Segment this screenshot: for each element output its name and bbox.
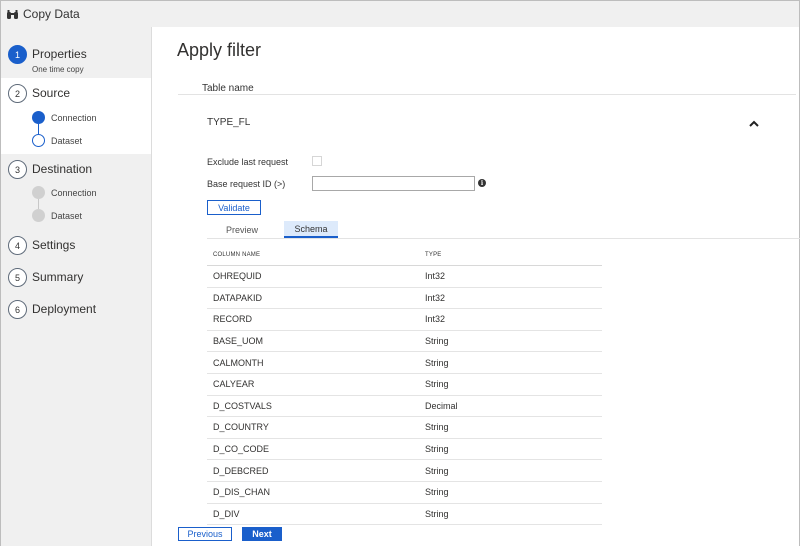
substep-connector (38, 124, 39, 134)
previous-button[interactable]: Previous (178, 527, 232, 541)
table-row: D_DIS_CHAN String (207, 482, 602, 504)
column-name-cell: D_DIV (213, 508, 240, 519)
column-name-cell: DATAPAKID (213, 292, 263, 303)
table-row: D_DIV String (207, 504, 602, 526)
table-row: RECORD Int32 (207, 309, 602, 331)
column-type-cell: Int32 (425, 292, 446, 303)
table-name-value: TYPE_FL (207, 117, 251, 128)
column-type-cell: String (425, 422, 449, 433)
step-settings[interactable]: 4 Settings (1, 234, 151, 258)
column-type-cell: String (425, 379, 449, 390)
substep-destination-connection[interactable]: Connection (51, 188, 97, 198)
column-name-cell: D_DEBCRED (213, 465, 269, 476)
exclude-last-request-checkbox[interactable] (312, 156, 322, 166)
divider (178, 94, 796, 95)
substep-pending-icon (32, 186, 45, 199)
column-name-cell: D_COSTVALS (213, 400, 272, 411)
column-type-cell: Int32 (425, 314, 446, 325)
table-row: CALYEAR String (207, 374, 602, 396)
schema-table-header: COLUMN NAME TYPE (207, 245, 602, 266)
substep-completed-icon (32, 111, 45, 124)
column-type-cell: String (425, 444, 449, 455)
step-number-badge: 1 (8, 45, 27, 64)
substep-destination-dataset[interactable]: Dataset (51, 211, 82, 221)
step-label: Source (32, 86, 71, 100)
column-type-cell: String (425, 357, 449, 368)
column-name-cell: OHREQUID (213, 271, 262, 282)
wizard-sidebar: 1 Properties One time copy 2 Source Conn… (1, 27, 151, 546)
step-number-badge: 2 (8, 84, 27, 103)
chevron-up-icon[interactable] (748, 116, 760, 127)
column-name-header: COLUMN NAME (213, 252, 261, 258)
table-row: OHREQUID Int32 (207, 266, 602, 288)
table-row: D_CO_CODE String (207, 439, 602, 461)
main-panel: Apply filter Table name TYPE_FL Exclude … (151, 27, 800, 546)
column-type-cell: String (425, 336, 449, 347)
table-row: BASE_UOM String (207, 331, 602, 353)
substep-connector (38, 199, 39, 209)
step-number-badge: 5 (8, 268, 27, 287)
column-name-cell: BASE_UOM (213, 336, 264, 347)
substep-source-connection[interactable]: Connection (51, 113, 97, 123)
column-type-cell: String (425, 487, 449, 498)
tab-preview[interactable]: Preview (207, 221, 277, 238)
column-type-cell: String (425, 508, 449, 519)
step-summary[interactable]: 5 Summary (1, 266, 151, 290)
step-number-badge: 4 (8, 236, 27, 255)
base-request-id-input[interactable] (312, 176, 475, 191)
column-name-cell: RECORD (213, 314, 253, 325)
table-row: DATAPAKID Int32 (207, 288, 602, 310)
step-deployment[interactable]: 6 Deployment (1, 298, 151, 322)
step-label: Properties (32, 47, 87, 61)
next-button[interactable]: Next (242, 527, 282, 541)
page-title: Apply filter (177, 40, 262, 60)
title-bar: Copy Data (1, 1, 799, 27)
step-destination[interactable]: 3 Destination (1, 158, 151, 182)
column-name-cell: D_COUNTRY (213, 422, 269, 433)
step-properties[interactable]: 1 Properties One time copy (1, 41, 151, 77)
step-number-badge: 6 (8, 300, 27, 319)
column-name-cell: CALYEAR (213, 379, 255, 390)
step-label: Summary (32, 270, 84, 284)
column-name-cell: D_DIS_CHAN (213, 487, 271, 498)
table-name-label: Table name (202, 83, 254, 94)
column-name-cell: D_CO_CODE (213, 444, 270, 455)
step-label: Destination (32, 162, 93, 176)
base-request-id-label: Base request ID (>) (207, 179, 286, 189)
step-label: Settings (32, 238, 76, 252)
info-icon[interactable]: i (478, 179, 486, 187)
table-row: D_DEBCRED String (207, 460, 602, 482)
step-number-badge: 3 (8, 160, 27, 179)
column-type-cell: Decimal (425, 400, 458, 411)
tabs-divider (207, 238, 800, 239)
exclude-last-request-label: Exclude last request (207, 157, 289, 167)
validate-button[interactable]: Validate (207, 200, 261, 215)
column-name-cell: CALMONTH (213, 357, 264, 368)
table-row: D_COSTVALS Decimal (207, 396, 602, 418)
substep-pending-icon (32, 209, 45, 222)
tab-schema[interactable]: Schema (284, 221, 338, 238)
step-label: Deployment (32, 302, 97, 316)
type-header: TYPE (425, 252, 442, 258)
substep-source-dataset[interactable]: Dataset (51, 136, 82, 146)
table-row: CALMONTH String (207, 352, 602, 374)
step-sublabel: One time copy (32, 65, 84, 74)
step-source[interactable]: 2 Source (1, 82, 151, 106)
table-row: D_COUNTRY String (207, 417, 602, 439)
schema-table: COLUMN NAME TYPE OHREQUID Int32 DATAPAKID I… (207, 245, 602, 526)
column-type-cell: String (425, 465, 449, 476)
substep-current-icon (32, 134, 45, 147)
column-type-cell: Int32 (425, 271, 446, 282)
window-title: Copy Data (23, 7, 80, 21)
binoculars-icon (6, 8, 19, 21)
